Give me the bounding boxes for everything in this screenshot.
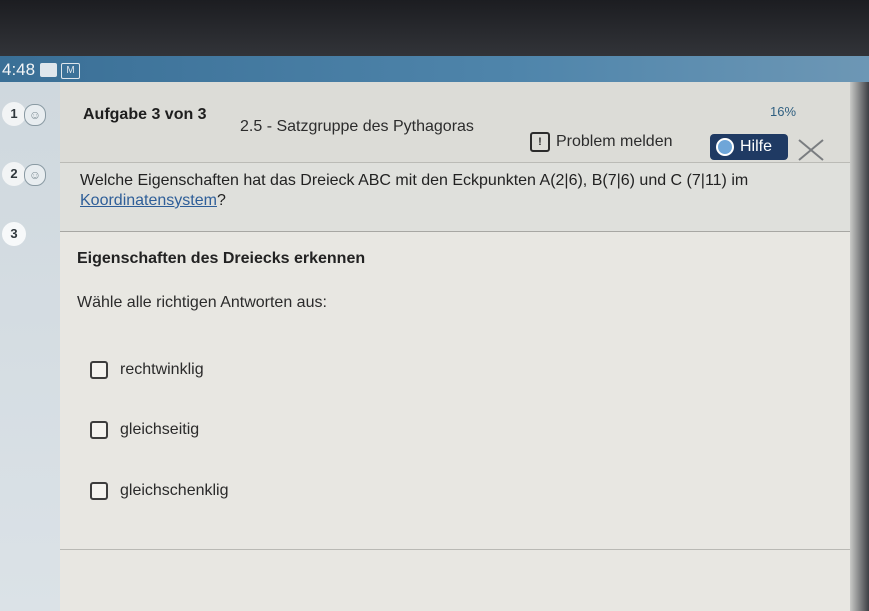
status-app-icon	[40, 63, 57, 77]
task-panel: Aufgabe 3 von 3 2.5 - Satzgruppe des Pyt…	[60, 82, 850, 611]
option-gleichschenklig[interactable]: gleichschenklig	[90, 482, 229, 500]
option-rechtwinklig[interactable]: rechtwinklig	[90, 361, 204, 379]
checkbox-icon[interactable]	[90, 421, 108, 439]
close-icon[interactable]	[795, 136, 827, 164]
device-bezel	[0, 0, 869, 62]
step-1[interactable]: 1	[2, 102, 26, 126]
option-gleichseitig[interactable]: gleichseitig	[90, 421, 199, 439]
battery-indicator: 16%	[770, 104, 797, 119]
mail-app-icon: M	[61, 63, 80, 79]
task-counter: Aufgabe 3 von 3	[83, 106, 207, 123]
smiley-icon: ☺	[24, 164, 46, 186]
question-text: Welche Eigenschaften hat das Dreieck ABC…	[80, 172, 749, 189]
question-mark: ?	[216, 192, 226, 209]
option-label: rechtwinklig	[120, 361, 204, 378]
help-button[interactable]: Hilfe	[710, 134, 788, 160]
help-label: Hilfe	[740, 138, 773, 155]
question-text-line2: Koordinatensystem?	[80, 191, 226, 211]
divider	[60, 549, 850, 550]
option-label: gleichseitig	[120, 421, 200, 438]
option-label: gleichschenklig	[120, 482, 229, 499]
report-problem-button[interactable]: ! Problem melden	[530, 131, 673, 153]
koordinatensystem-link[interactable]: Koordinatensystem	[80, 192, 217, 209]
smiley-icon: ☺	[24, 104, 46, 126]
exercise-instruction: Wähle alle richtigen Antworten aus:	[77, 294, 327, 311]
status-time: 4:48	[2, 60, 36, 79]
device-edge	[850, 82, 869, 611]
report-problem-label: Problem melden	[556, 133, 673, 150]
step-sidebar: 1 ☺ 2 ☺ 3	[0, 82, 60, 611]
help-lifebuoy-icon	[716, 138, 734, 156]
exercise-subtitle: Eigenschaften des Dreiecks erkennen	[77, 250, 366, 267]
step-3[interactable]: 3	[2, 222, 26, 246]
status-bar	[0, 56, 869, 82]
report-icon: !	[530, 132, 550, 152]
step-2[interactable]: 2	[2, 162, 26, 186]
task-header: Aufgabe 3 von 3 2.5 - Satzgruppe des Pyt…	[60, 82, 850, 163]
checkbox-icon[interactable]	[90, 482, 108, 500]
question-area: Welche Eigenschaften hat das Dreieck ABC…	[60, 163, 850, 232]
task-title: 2.5 - Satzgruppe des Pythagoras	[240, 118, 474, 135]
checkbox-icon[interactable]	[90, 361, 108, 379]
